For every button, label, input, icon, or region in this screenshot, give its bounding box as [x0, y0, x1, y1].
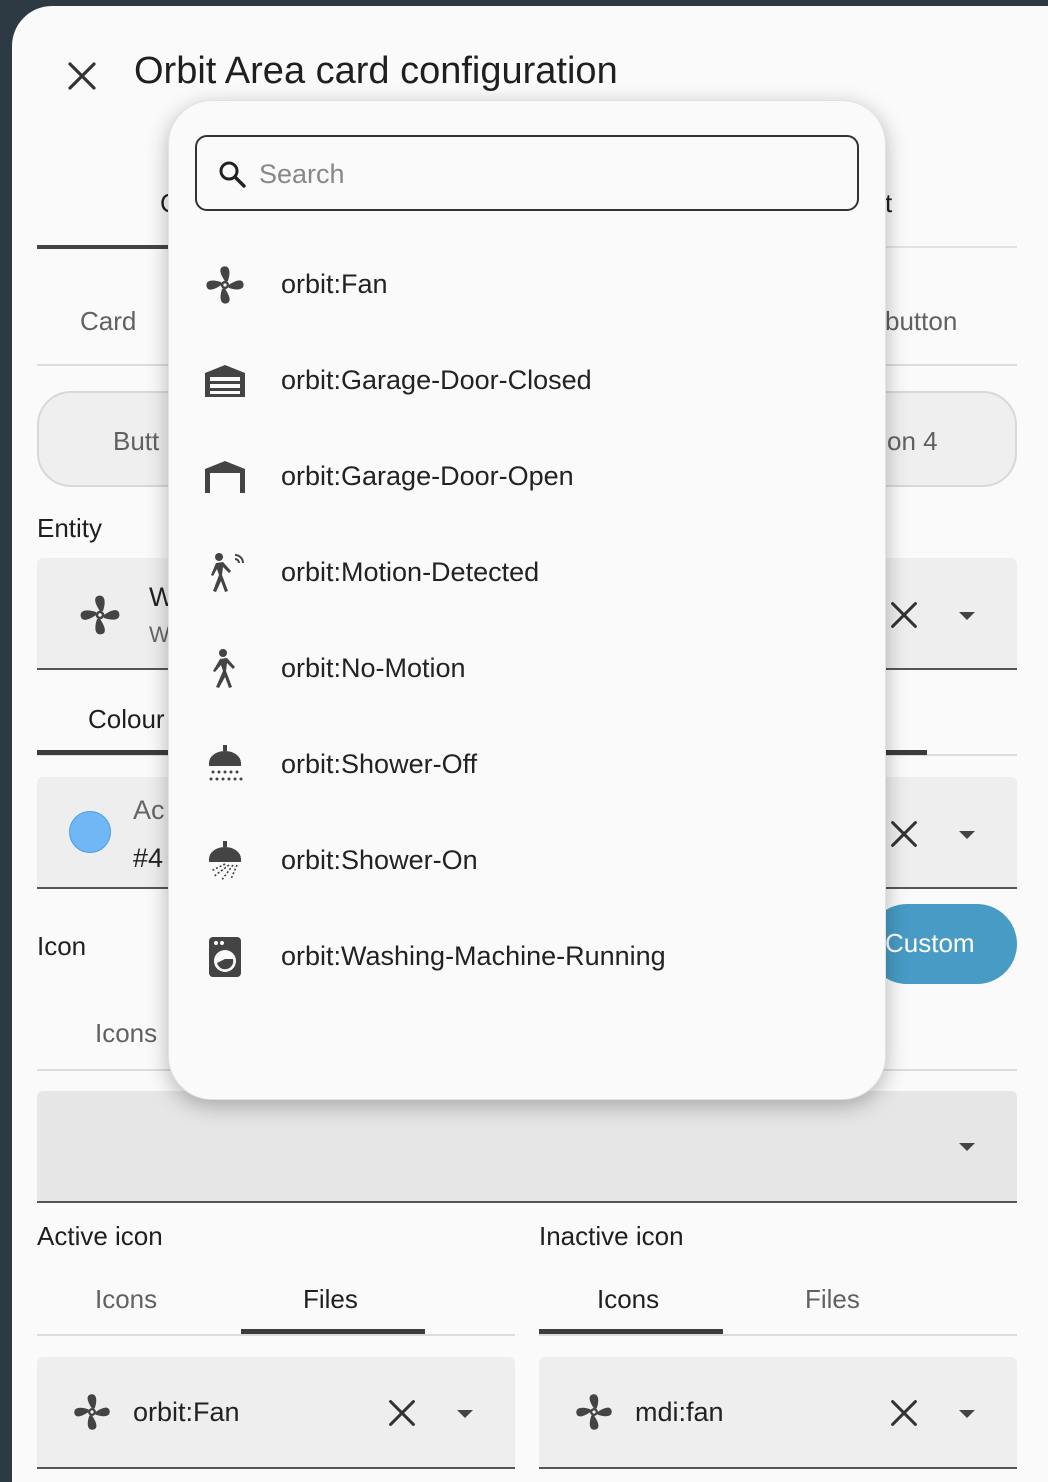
- dialog-title: Orbit Area card configuration: [134, 50, 618, 92]
- fan-icon: [203, 263, 247, 307]
- option-label: orbit:Garage-Door-Open: [281, 461, 574, 491]
- icon-label: Icon: [37, 931, 87, 961]
- option-label: orbit:Washing-Machine-Running: [281, 941, 666, 971]
- option-fan[interactable]: orbit:Fan: [169, 239, 885, 335]
- inactive-icon-picker[interactable]: mdi:fan: [539, 1357, 1017, 1469]
- close-icon[interactable]: [62, 56, 102, 96]
- search-box: [195, 135, 859, 211]
- garage-closed-icon: [203, 359, 247, 403]
- option-shower-on[interactable]: orbit:Shower-On: [169, 815, 885, 911]
- fan-icon: [573, 1391, 615, 1433]
- tab-icons[interactable]: Icons: [95, 1018, 157, 1049]
- subtab-button[interactable]: button: [885, 306, 957, 337]
- search-input[interactable]: [257, 151, 841, 197]
- custom-button[interactable]: Custom: [867, 904, 1017, 984]
- colour-tab-indicator-right: [885, 750, 927, 755]
- inactive-tab-icons[interactable]: Icons: [597, 1284, 659, 1315]
- segment-button-1[interactable]: Butt: [113, 426, 159, 457]
- inactive-tab-indicator: [539, 1329, 723, 1334]
- chevron-down-icon[interactable]: [957, 829, 977, 841]
- chevron-down-icon[interactable]: [957, 610, 977, 622]
- garage-open-icon: [203, 455, 247, 499]
- option-no-motion[interactable]: orbit:No-Motion: [169, 623, 885, 719]
- fan-icon: [77, 592, 123, 638]
- entity-id: W: [149, 622, 170, 647]
- option-label: orbit:Garage-Door-Closed: [281, 365, 592, 395]
- tab-partial-right[interactable]: t: [885, 188, 892, 219]
- clear-icon[interactable]: [383, 1394, 421, 1432]
- entity-label: Entity: [37, 513, 103, 543]
- option-shower-off[interactable]: orbit:Shower-Off: [169, 719, 885, 815]
- active-tab-files[interactable]: Files: [303, 1284, 358, 1315]
- segment-button-4[interactable]: on 4: [887, 426, 938, 457]
- custom-button-label: Custom: [885, 928, 975, 958]
- motion-detected-icon: [203, 551, 247, 595]
- chevron-down-icon[interactable]: [455, 1408, 475, 1420]
- clear-icon[interactable]: [885, 596, 923, 634]
- clear-icon[interactable]: [885, 1394, 923, 1432]
- walk-icon: [203, 647, 247, 691]
- inactive-tab-files[interactable]: Files: [805, 1284, 860, 1315]
- shower-on-icon: [203, 839, 247, 883]
- clear-icon[interactable]: [885, 815, 923, 853]
- active-icon-picker[interactable]: orbit:Fan: [37, 1357, 515, 1469]
- chevron-down-icon[interactable]: [957, 1141, 977, 1153]
- icon-picker-dropdown: orbit:Fan orbit:Garage-Door-Closed orbit…: [168, 100, 886, 1100]
- colour-field-value: #4: [133, 843, 164, 873]
- chevron-down-icon[interactable]: [957, 1408, 977, 1420]
- active-tabs-divider: [37, 1334, 515, 1336]
- active-icon-label: Active icon: [37, 1221, 163, 1251]
- search-icon: [217, 159, 247, 189]
- option-garage-door-open[interactable]: orbit:Garage-Door-Open: [169, 431, 885, 527]
- option-label: orbit:Shower-On: [281, 845, 478, 875]
- active-tab-icons[interactable]: Icons: [95, 1284, 157, 1315]
- option-label: orbit:No-Motion: [281, 653, 466, 683]
- inactive-tabs-divider: [539, 1334, 1017, 1336]
- subtab-card[interactable]: Card: [80, 306, 136, 337]
- option-label: orbit:Fan: [281, 269, 388, 299]
- colour-tab-indicator-left: [37, 750, 177, 755]
- fan-icon: [71, 1391, 113, 1433]
- colour-field-label: Ac: [133, 795, 165, 825]
- option-garage-door-closed[interactable]: orbit:Garage-Door-Closed: [169, 335, 885, 431]
- option-washing-machine-running[interactable]: orbit:Washing-Machine-Running: [169, 911, 885, 1007]
- colour-swatch: [69, 811, 111, 853]
- active-tab-indicator: [241, 1329, 425, 1334]
- option-motion-detected[interactable]: orbit:Motion-Detected: [169, 527, 885, 623]
- tab-active-indicator: [37, 245, 177, 249]
- shower-off-icon: [203, 743, 247, 787]
- inactive-icon-label: Inactive icon: [539, 1221, 684, 1251]
- icon-picker[interactable]: [37, 1091, 1017, 1203]
- active-icon-value: orbit:Fan: [133, 1397, 240, 1427]
- washing-machine-icon: [203, 935, 247, 979]
- option-label: orbit:Shower-Off: [281, 749, 478, 779]
- inactive-icon-value: mdi:fan: [635, 1397, 724, 1427]
- option-label: orbit:Motion-Detected: [281, 557, 540, 587]
- tab-colour[interactable]: Colour: [88, 704, 165, 735]
